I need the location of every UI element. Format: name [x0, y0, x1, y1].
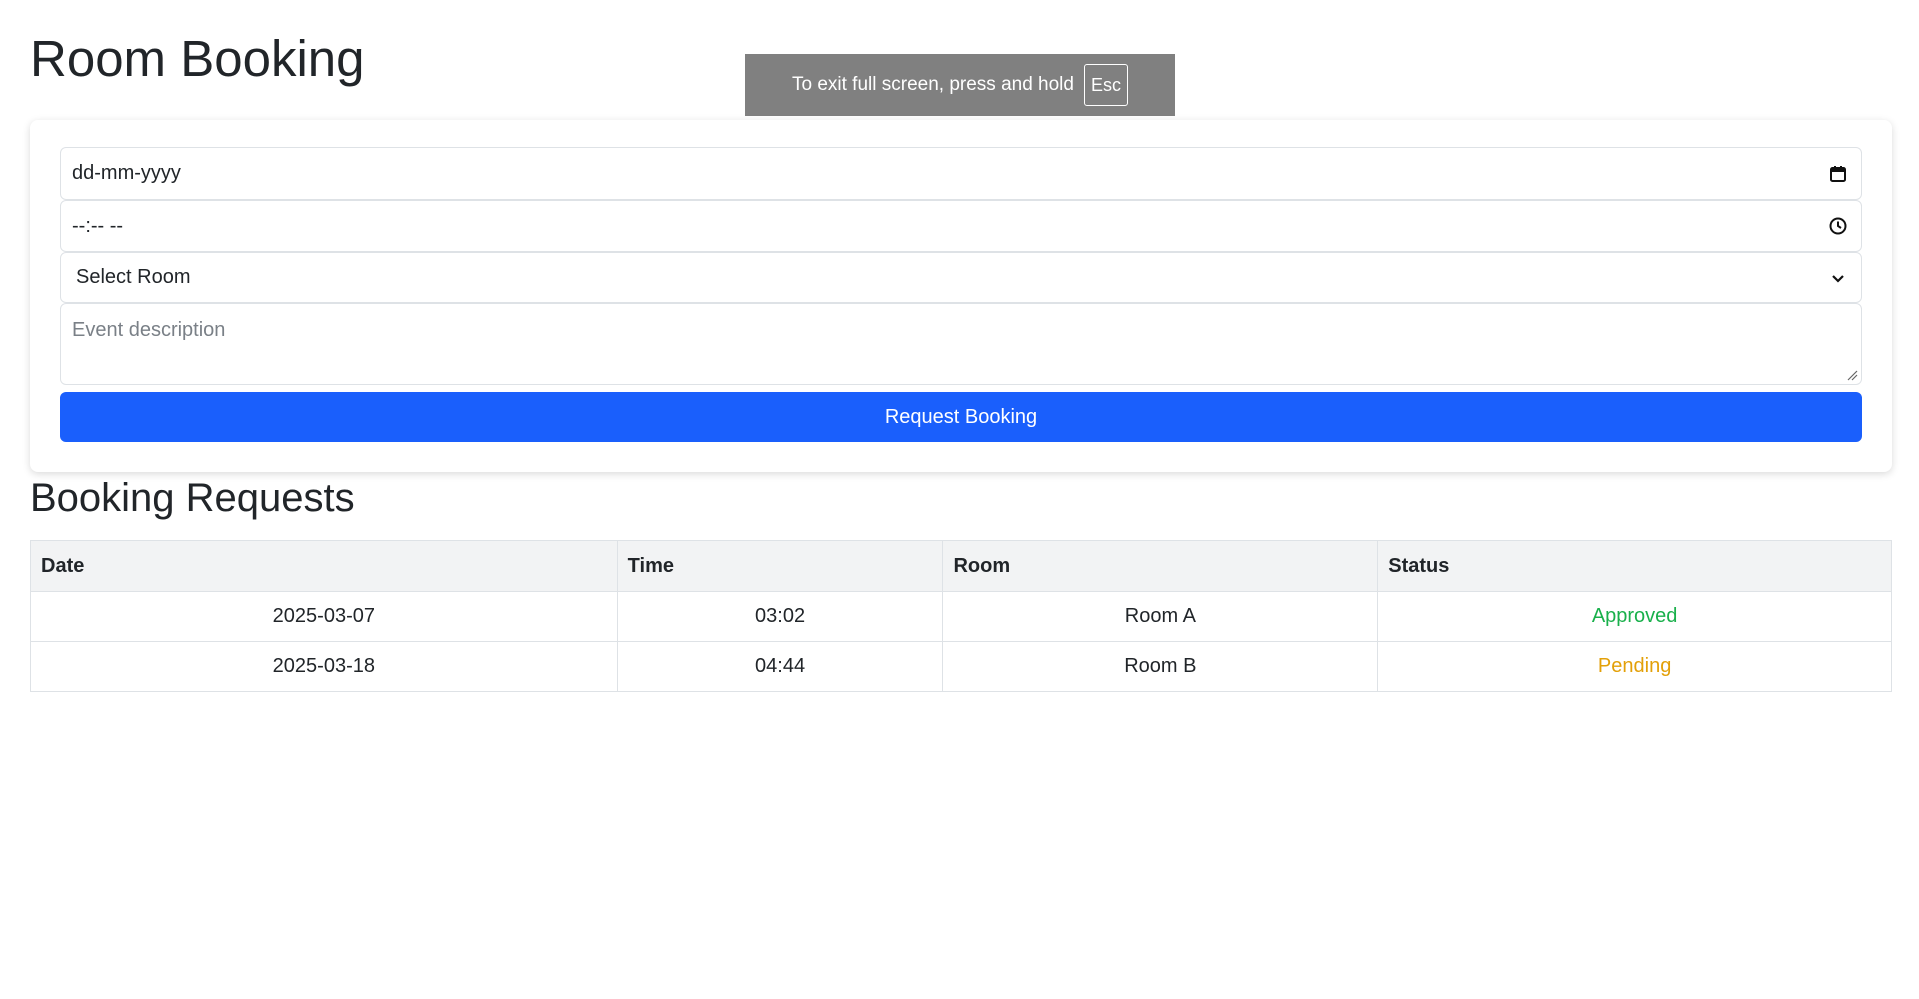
booking-requests-title: Booking Requests	[30, 476, 355, 520]
room-select[interactable]: Select Room	[60, 252, 1862, 303]
table-row: 2025-03-18 04:44 Room B Pending	[30, 641, 1892, 692]
fullscreen-notice-text: To exit full screen, press and hold	[791, 74, 1074, 95]
cell-date: 2025-03-07	[30, 591, 618, 642]
booking-form-card: dd-mm-yyyy --:-- -- Select Room Event de…	[30, 120, 1892, 472]
event-description-textarea[interactable]: Event description	[60, 303, 1862, 385]
room-select-value: Select Room	[76, 266, 191, 288]
time-input-value: --:-- --	[72, 214, 124, 237]
cell-status: Pending	[1377, 641, 1892, 692]
cell-room: Room B	[942, 641, 1379, 692]
room-booking-page: Room Booking To exit full screen, press …	[0, 0, 1919, 999]
request-booking-button[interactable]: Request Booking	[60, 392, 1862, 442]
event-description-placeholder: Event description	[72, 319, 226, 341]
clock-icon[interactable]	[1828, 216, 1848, 236]
column-header-date: Date	[30, 540, 618, 592]
time-input[interactable]: --:-- --	[60, 200, 1862, 252]
cell-status: Approved	[1377, 591, 1892, 642]
column-header-status: Status	[1377, 540, 1892, 592]
table-header-row: Date Time Room Status	[30, 540, 1892, 592]
fullscreen-notice: To exit full screen, press and hold Esc	[745, 54, 1175, 116]
table-row: 2025-03-07 03:02 Room A Approved	[30, 591, 1892, 642]
calendar-icon[interactable]	[1828, 164, 1848, 184]
column-header-room: Room	[942, 540, 1379, 592]
cell-time: 03:02	[616, 591, 944, 642]
column-header-time: Time	[616, 540, 944, 592]
esc-key-badge: Esc	[1083, 64, 1128, 106]
cell-room: Room A	[942, 591, 1379, 642]
page-title: Room Booking	[30, 30, 365, 87]
cell-date: 2025-03-18	[30, 641, 618, 692]
date-input-value: dd-mm-yyyy	[72, 162, 181, 184]
cell-time: 04:44	[616, 641, 944, 692]
resize-grip-icon[interactable]	[1846, 369, 1858, 381]
chevron-down-icon	[1832, 274, 1844, 283]
date-input[interactable]: dd-mm-yyyy	[60, 147, 1862, 200]
booking-requests-table: Date Time Room Status 2025-03-07 03:02 R…	[30, 540, 1892, 692]
